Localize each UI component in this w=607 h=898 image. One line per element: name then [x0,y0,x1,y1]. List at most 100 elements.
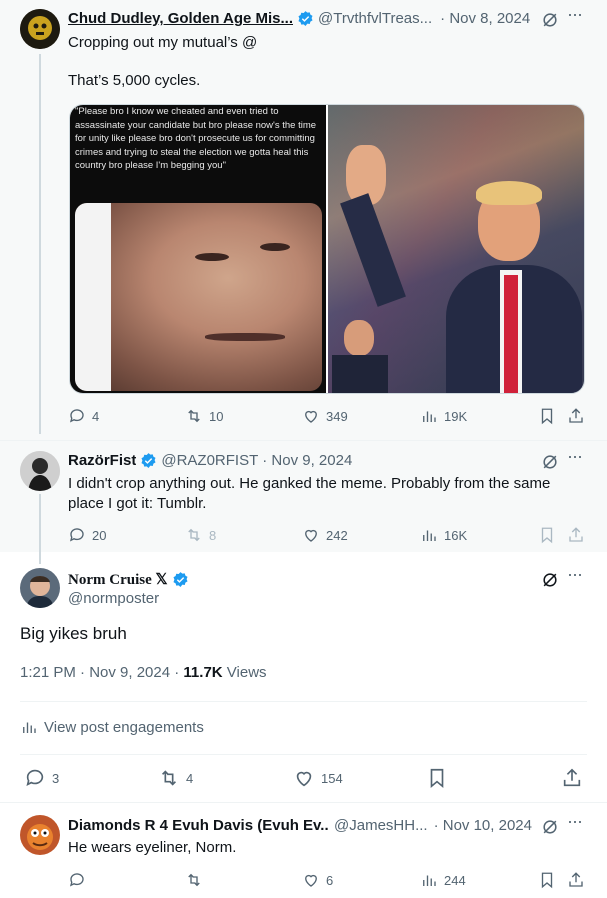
repost-count: 8 [209,527,217,543]
like-count: 6 [326,872,334,888]
reply-icon [69,873,84,887]
repost-icon [188,528,200,542]
repost-button[interactable] [185,871,209,889]
avatar[interactable] [20,9,60,49]
reply-button[interactable] [68,871,92,889]
verified-badge-icon [173,572,188,587]
heart-icon [296,771,312,787]
avatar[interactable] [20,451,60,491]
bookmark-button[interactable] [538,871,556,889]
heart-icon [305,874,317,887]
grok-icon[interactable] [540,452,560,476]
views-count: 19K [444,408,468,424]
heart-icon [305,529,317,542]
more-options-icon[interactable]: ··· [567,4,583,25]
avatar[interactable] [20,815,60,855]
repost-count: 4 [186,770,194,786]
meme-image-crying-man[interactable]: "Please bro I know we cheated and even t… [70,105,326,393]
reply-button[interactable]: 3 [24,767,59,789]
author-handle[interactable]: @normposter [68,590,159,607]
post-timestamp: 1:21 PM · Nov 9, 2024 · 11.7K Views [20,664,267,681]
share-button[interactable] [567,871,585,889]
share-icon [569,408,583,423]
like-button[interactable]: 6 [302,871,333,889]
views-label: Views [222,664,267,681]
grok-icon[interactable] [540,570,560,594]
like-button[interactable]: 349 [302,407,348,425]
post-text: He wears eyeliner, Norm. [68,839,237,856]
author-handle[interactable]: @TrvthfvlTreas... [318,10,432,27]
like-button[interactable]: 154 [293,767,343,789]
avatar-face-icon [20,568,60,608]
bookmark-icon [541,408,553,425]
views-button[interactable]: 19K [420,407,467,425]
more-options-icon[interactable]: ··· [567,564,583,585]
post-date[interactable]: · Nov 9, 2024 [262,452,352,469]
analytics-icon [423,411,436,422]
reply-icon [69,409,84,423]
repost-button[interactable]: 8 [185,526,216,544]
repost-icon [188,873,200,887]
bookmark-button[interactable] [538,407,556,425]
post-date[interactable]: · Nov 8, 2024 [440,10,530,27]
engagements-label: View post engagements [44,718,204,736]
bookmark-button[interactable] [426,767,448,789]
bookmark-icon [541,527,553,544]
repost-count: 10 [209,408,224,424]
share-icon [563,768,581,787]
post-date[interactable]: · Nov 10, 2024 [434,817,532,834]
verified-badge-icon [298,11,313,26]
crying-face-image [75,203,322,391]
like-button[interactable]: 242 [302,526,348,544]
post-text: I didn't crop anything out. He ganked th… [68,475,551,512]
share-button[interactable] [567,526,585,544]
author-handle[interactable]: @JamesHH... [334,817,428,834]
avatar-silhouette-icon [20,451,60,491]
reply-count: 3 [52,770,60,786]
author-name[interactable]: Norm Cruise 𝕏 [68,570,168,589]
like-count: 349 [326,408,348,424]
verified-badge-icon [141,453,156,468]
share-icon [569,872,583,887]
repost-icon [188,409,200,423]
share-button[interactable] [561,767,583,789]
repost-icon [161,770,177,786]
share-button[interactable] [567,407,585,425]
reply-button[interactable]: 4 [68,407,99,425]
like-count: 242 [326,527,348,543]
timestamp[interactable]: 1:21 PM · Nov 9, 2024 · [20,664,183,681]
reply-count: 20 [92,527,107,543]
reply-count: 4 [92,408,100,424]
share-icon [569,527,583,542]
bookmark-button[interactable] [538,526,556,544]
view-engagements-link[interactable]: View post engagements [20,718,204,736]
views-count: 11.7K [183,664,223,681]
post-text: Big yikes bruh [20,624,127,643]
more-options-icon[interactable]: ··· [567,446,583,467]
bookmark-icon [430,768,444,789]
grok-icon[interactable] [540,10,560,34]
repost-button[interactable]: 4 [158,767,193,789]
avatar-cartoon-icon [20,815,60,855]
reply-icon [26,769,44,786]
author-handle[interactable]: @RAZ0RFIST [161,452,258,469]
meme-image-waving-man[interactable] [328,105,584,393]
grok-icon[interactable] [540,817,560,841]
views-count: 244 [444,872,466,888]
repost-button[interactable]: 10 [185,407,223,425]
views-button[interactable]: 244 [420,871,466,889]
author-name[interactable]: Diamonds R 4 Evuh Davis (Evuh Ev... [68,817,328,834]
more-options-icon[interactable]: ··· [567,811,583,832]
reply-button[interactable]: 20 [68,526,106,544]
author-name[interactable]: Chud Dudley, Golden Age Mis... [68,10,293,27]
post-media[interactable]: "Please bro I know we cheated and even t… [69,104,585,394]
meme-caption: "Please bro I know we cheated and even t… [75,106,317,171]
avatar[interactable] [20,568,60,608]
analytics-icon [23,722,36,733]
avatar-skull-icon [20,9,60,49]
views-button[interactable]: 16K [420,526,467,544]
like-count: 154 [321,770,343,786]
author-name[interactable]: RazörFist [68,452,136,469]
analytics-icon [423,530,436,541]
heart-icon [305,410,317,423]
